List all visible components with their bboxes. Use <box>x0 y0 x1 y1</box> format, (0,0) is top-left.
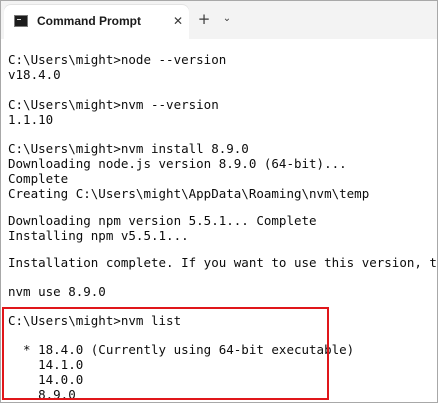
terminal-output[interactable]: C:\Users\might>node --version v18.4.0 C:… <box>1 39 437 402</box>
new-tab-icon[interactable]: + <box>195 10 213 28</box>
terminal-line: Complete <box>8 171 69 186</box>
terminal-line: Installation complete. If you want to us… <box>8 255 438 270</box>
terminal-line: C:\Users\might>nvm install 8.9.0 <box>8 141 249 156</box>
tab-command-prompt[interactable]: Command Prompt ✕ <box>4 5 189 39</box>
terminal-line: Creating C:\Users\might\AppData\Roaming\… <box>8 186 370 201</box>
terminal-line: C:\Users\might>node --version <box>8 52 227 67</box>
highlight-box-nvm-list <box>2 307 329 400</box>
tab-title: Command Prompt <box>37 14 142 28</box>
terminal-line: nvm use 8.9.0 <box>8 284 106 299</box>
close-icon[interactable]: ✕ <box>170 13 186 29</box>
terminal-line: Downloading npm version 5.5.1... Complet… <box>8 213 317 228</box>
terminal-line: 1.1.10 <box>8 112 54 127</box>
terminal-line: C:\Users\might>nvm --version <box>8 97 219 112</box>
terminal-line: Installing npm v5.5.1... <box>8 228 189 243</box>
title-bar: Command Prompt ✕ + ⌄ <box>1 1 437 39</box>
terminal-line: v18.4.0 <box>8 67 61 82</box>
terminal-line: Downloading node.js version 8.9.0 (64-bi… <box>8 156 347 171</box>
chevron-down-icon[interactable]: ⌄ <box>219 11 235 27</box>
terminal-icon <box>14 15 28 27</box>
command-prompt-window: Command Prompt ✕ + ⌄ C:\Users\might>node… <box>0 0 438 403</box>
